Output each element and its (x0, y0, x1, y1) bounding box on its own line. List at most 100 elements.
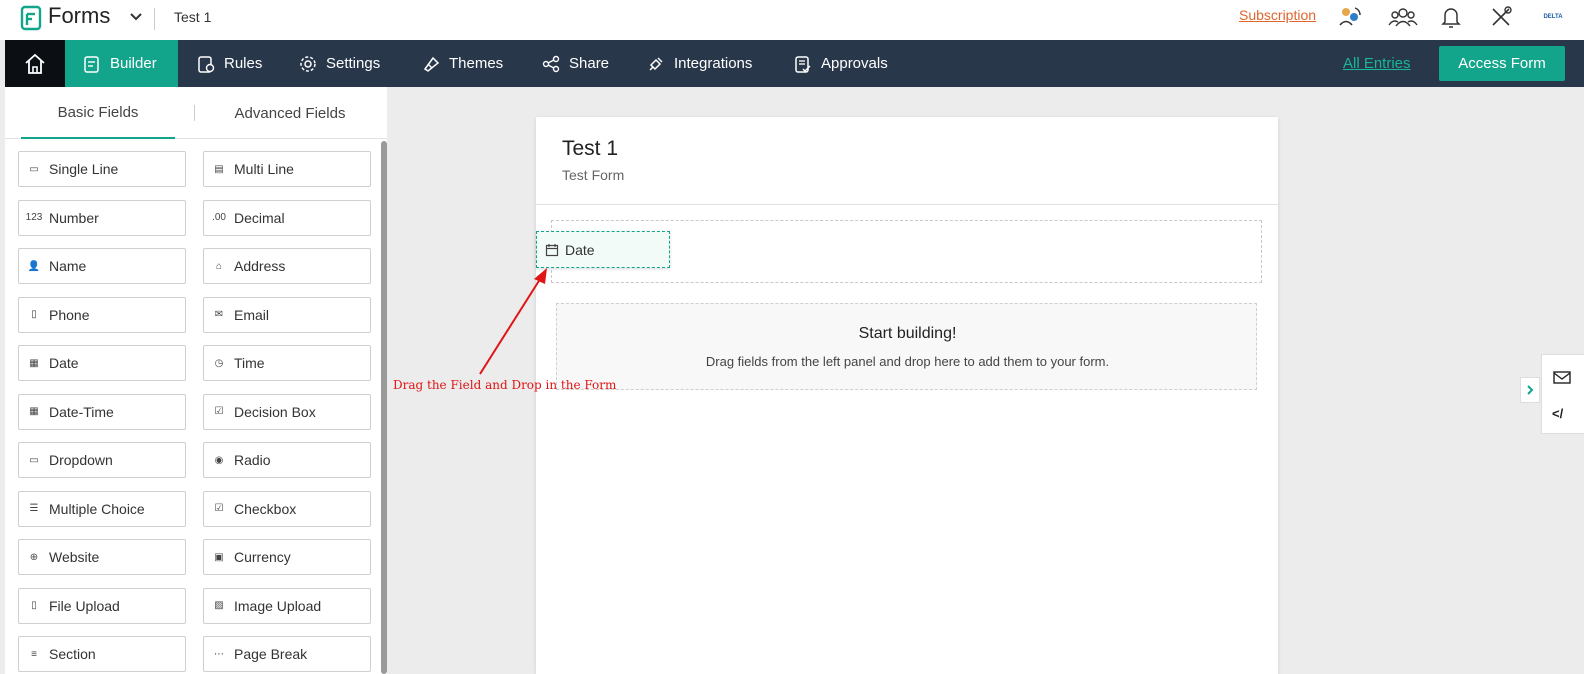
annotation-arrow (479, 268, 547, 375)
fields-panel: Basic Fields Advanced Fields ▭ Single Lin… (5, 87, 387, 674)
field-address[interactable]: ⌂ Address (203, 248, 371, 284)
header-divider (154, 8, 155, 30)
field-label: Image Upload (234, 597, 322, 614)
chevron-right-icon (1527, 385, 1534, 395)
tab-integrations[interactable]: Integrations (647, 40, 752, 87)
field-type-icon: ☑ (214, 406, 224, 417)
gear-icon (300, 55, 316, 72)
field-label: Phone (49, 306, 90, 323)
annotation-text: Drag the Field and Drop in the Form (393, 378, 617, 392)
panel-tabs: Basic Fields Advanced Fields (5, 87, 387, 139)
canvas-form-title[interactable]: Test 1 (562, 137, 618, 161)
app-name[interactable]: Forms (48, 3, 110, 29)
canvas-divider (536, 204, 1278, 205)
field-type-icon: .00 (212, 212, 226, 223)
field-type-icon: ▦ (29, 357, 39, 369)
field-label: Multiple Choice (49, 500, 145, 517)
forms-logo-icon[interactable] (20, 5, 42, 31)
start-building-description: Drag fields from the left panel and drop… (705, 354, 1110, 369)
field-label: Checkbox (234, 500, 297, 517)
field-checkbox[interactable]: ☑ Checkbox (203, 490, 371, 527)
field-label: Number (49, 209, 99, 226)
themes-icon (423, 56, 440, 72)
field-decimal[interactable]: .00 Decimal (203, 199, 371, 236)
field-currency[interactable]: ▣ Currency (203, 539, 371, 575)
users-icon[interactable] (1387, 3, 1419, 31)
field-time[interactable]: ◷ Time (203, 345, 371, 381)
tab-integrations-label: Integrations (674, 55, 753, 72)
home-icon (25, 53, 45, 74)
panel-scrollbar[interactable] (381, 141, 387, 674)
user-switch-icon[interactable] (1335, 3, 1365, 31)
top-bar: Forms Test 1 Subscription DELTA (0, 0, 1584, 40)
dragged-field-label: Date (565, 241, 595, 258)
canvas-form-description[interactable]: Test Form (562, 167, 624, 183)
field-dropdown[interactable]: ▭ Dropdown (18, 442, 186, 478)
field-date[interactable]: ▦ Date (18, 345, 186, 381)
side-panel-toggle[interactable] (1520, 377, 1540, 403)
tab-basic-fields[interactable]: Basic Fields (21, 87, 175, 139)
tab-builder-label: Builder (110, 55, 157, 72)
field-label: Name (49, 258, 87, 274)
field-label: Section (49, 646, 96, 662)
field-type-icon: 👤 (27, 260, 41, 272)
field-file-upload[interactable]: ▯ File Upload (18, 587, 186, 624)
panel-tab-divider (194, 105, 195, 121)
tab-themes-label: Themes (449, 55, 504, 72)
field-number[interactable]: 123 Number (18, 199, 186, 236)
field-multiple-choice[interactable]: ☰ Multiple Choice (18, 490, 186, 527)
tab-approvals[interactable]: Approvals (794, 40, 888, 87)
field-type-icon: ▯ (31, 309, 37, 320)
calendar-icon (545, 243, 559, 256)
rules-icon (198, 55, 215, 73)
field-email[interactable]: ✉ Email (203, 296, 371, 333)
access-form-button[interactable]: Access Form (1439, 46, 1565, 81)
field-type-icon: ▦ (29, 406, 39, 417)
field-type-icon: ◉ (214, 454, 224, 466)
tab-share[interactable]: Share (542, 40, 609, 87)
field-name[interactable]: 👤 Name (18, 248, 186, 284)
subscription-link[interactable]: Subscription (1239, 7, 1316, 23)
tab-rules[interactable]: Rules (197, 40, 262, 87)
tools-icon[interactable] (1486, 3, 1516, 31)
field-type-icon: 123 (25, 212, 43, 223)
field-type-icon: ⋯ (214, 648, 224, 660)
bell-icon[interactable] (1436, 3, 1466, 31)
mail-icon[interactable] (1552, 365, 1582, 389)
field-phone[interactable]: ▯ Phone (18, 296, 186, 333)
all-entries-link[interactable]: All Entries (1343, 55, 1411, 72)
tab-themes[interactable]: Themes (422, 40, 503, 87)
field-type-icon: ☑ (214, 503, 224, 514)
field-label: Date-Time (49, 403, 114, 420)
field-multi-line[interactable]: ▤ Multi Line (203, 151, 371, 187)
field-label: Page Break (234, 646, 308, 662)
field-label: Multi Line (234, 161, 294, 177)
field-radio[interactable]: ◉ Radio (203, 442, 371, 478)
start-building-box: Start building! Drag fields from the lef… (556, 303, 1257, 390)
field-decision-box[interactable]: ☑ Decision Box (203, 393, 371, 430)
field-page-break[interactable]: ⋯ Page Break (203, 636, 371, 672)
field-image-upload[interactable]: ▨ Image Upload (203, 587, 371, 624)
tab-settings-label: Settings (326, 55, 381, 72)
field-type-icon: ⊕ (29, 551, 39, 563)
field-section[interactable]: ≡ Section (18, 636, 186, 672)
chevron-down-icon[interactable] (128, 10, 144, 24)
home-button[interactable] (5, 40, 65, 87)
field-type-icon: ▤ (214, 163, 224, 175)
tab-advanced-fields[interactable]: Advanced Fields (205, 87, 375, 139)
field-date-time[interactable]: ▦ Date-Time (18, 393, 186, 430)
field-single-line[interactable]: ▭ Single Line (18, 151, 186, 187)
tab-settings[interactable]: Settings (299, 40, 380, 87)
main-nav: Builder Rules Settings Themes Share Inte… (5, 40, 1584, 87)
field-label: Website (49, 549, 100, 565)
field-label: Decision Box (234, 403, 316, 420)
field-label: Decimal (234, 209, 285, 226)
field-type-icon: ▭ (29, 454, 39, 466)
field-label: Dropdown (49, 452, 113, 468)
approvals-icon (795, 55, 811, 73)
embed-code-icon[interactable]: </ (1552, 401, 1582, 425)
tab-builder[interactable]: Builder (65, 40, 178, 87)
field-type-icon: ✉ (214, 309, 224, 320)
field-type-icon: ▭ (29, 163, 39, 175)
field-website[interactable]: ⊕ Website (18, 539, 186, 575)
